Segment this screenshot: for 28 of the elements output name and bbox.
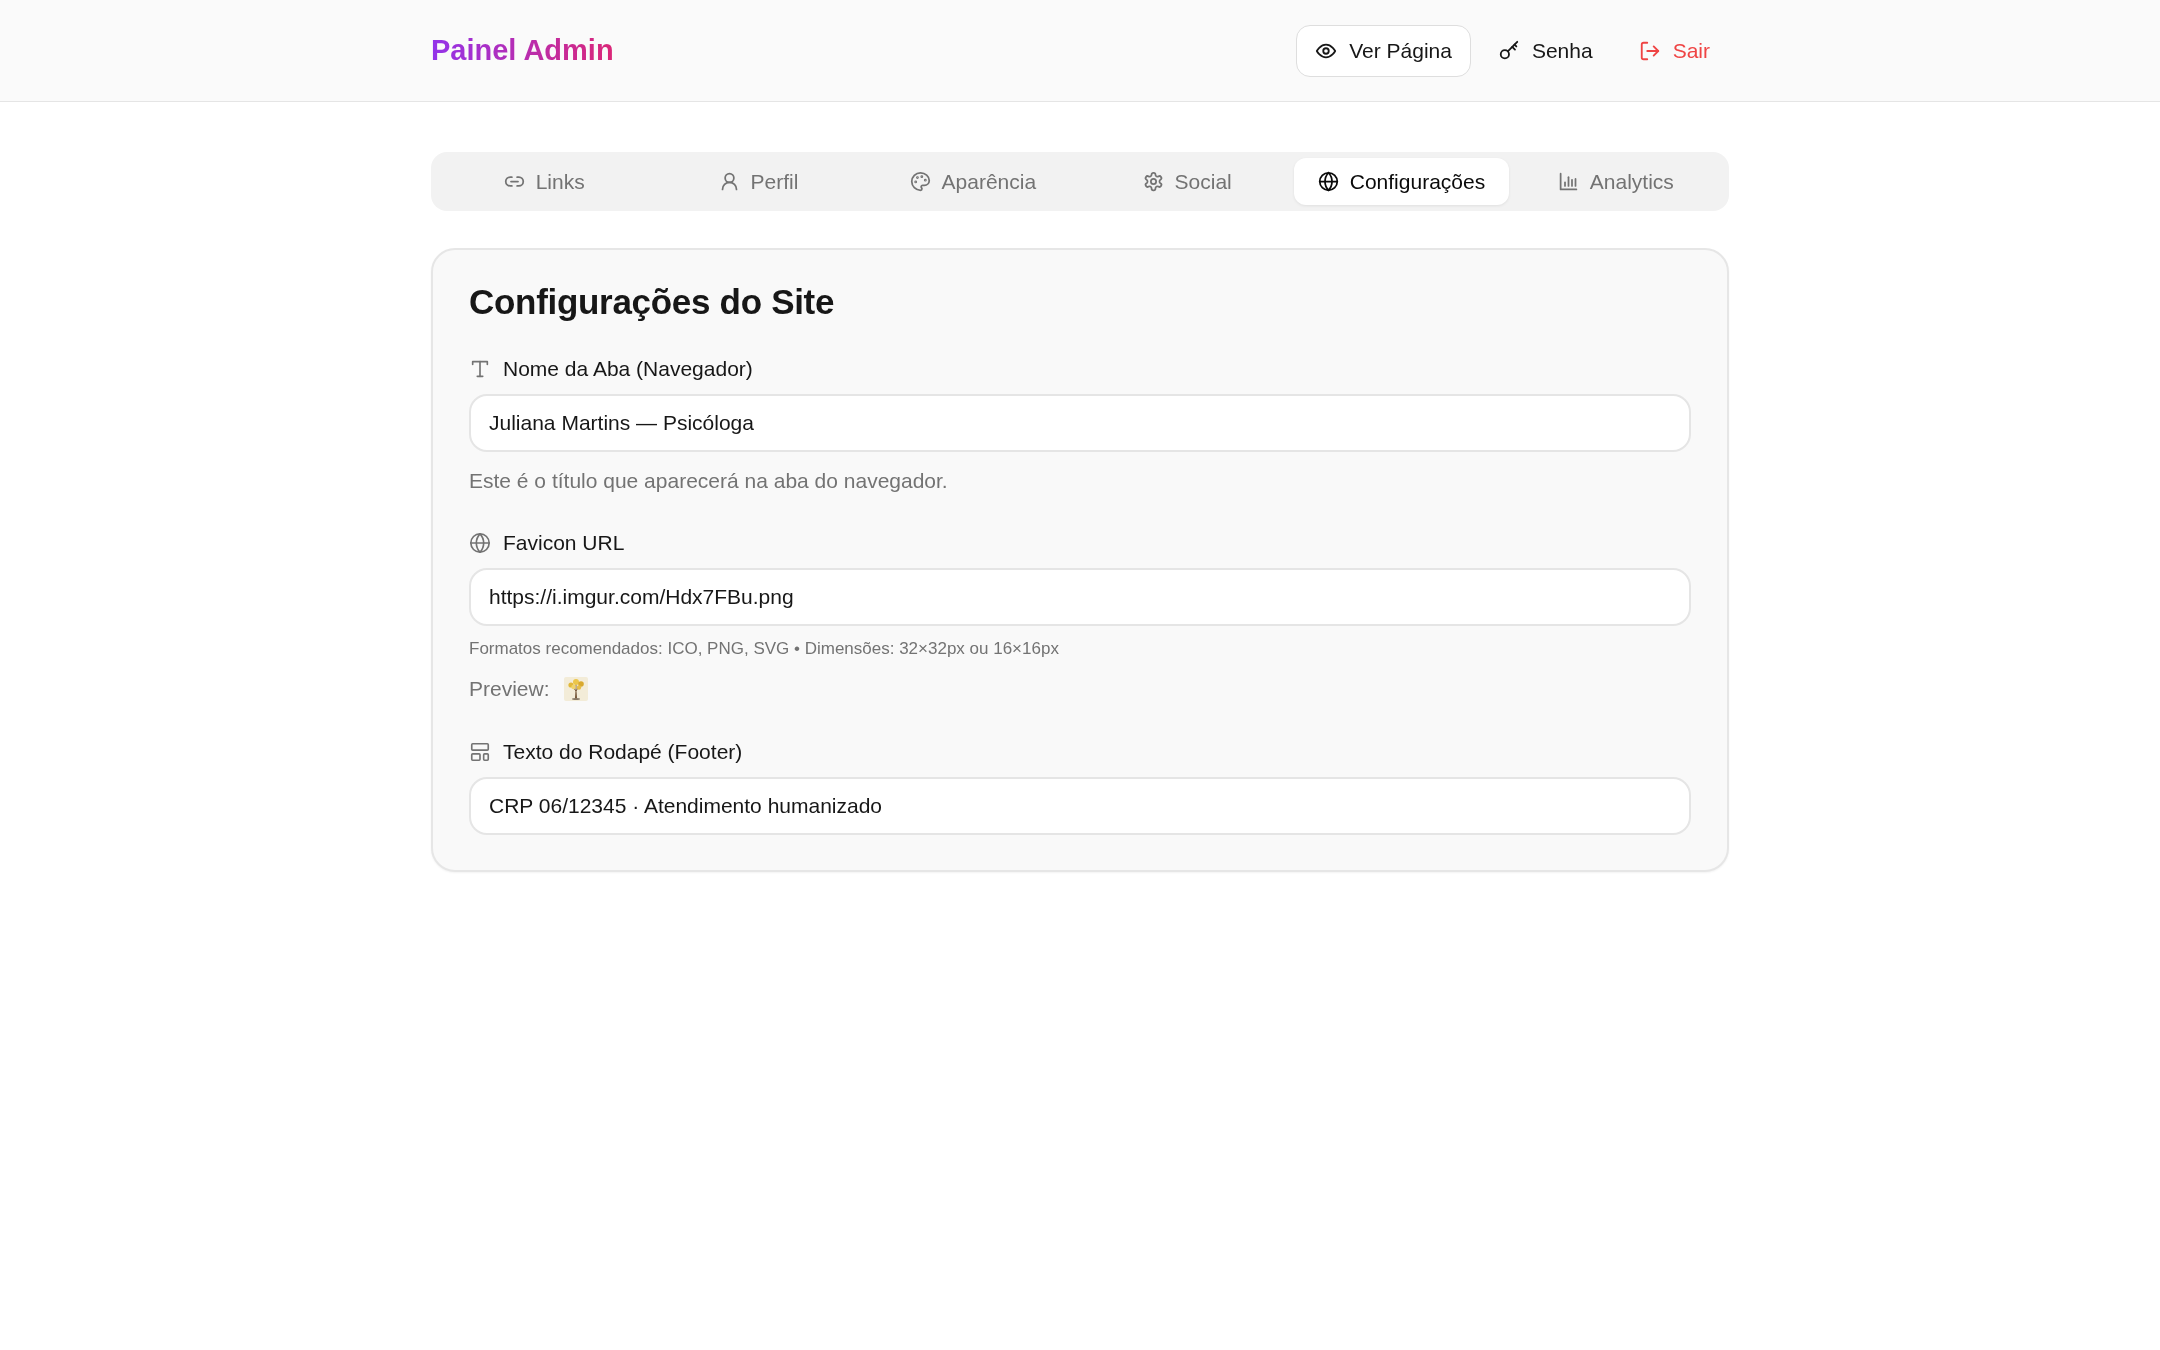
preview-label: Preview: [469, 676, 550, 702]
tree-icon [563, 676, 588, 701]
globe-icon [469, 531, 491, 554]
view-page-button[interactable]: Ver Página [1296, 24, 1471, 77]
tab[interactable]: Configurações [1294, 158, 1509, 205]
logout-icon [1638, 39, 1661, 62]
palette-icon [909, 171, 931, 192]
text-input[interactable]: https://i.imgur.com/Hdx7FBu.png [469, 567, 1691, 626]
bar-chart-icon [1557, 171, 1579, 192]
tab[interactable]: Links [437, 158, 652, 205]
field-label: Nome da Aba (Navegador) [503, 355, 753, 382]
field-label: Texto do Rodapé (Footer) [503, 738, 743, 765]
tab[interactable]: Aparência [865, 158, 1080, 205]
tab[interactable]: Perfil [651, 158, 866, 205]
key-icon [1497, 39, 1520, 62]
globe-icon [1317, 171, 1339, 192]
tab[interactable]: Social [1080, 158, 1295, 205]
text-input[interactable]: Juliana Martins — Psicóloga [469, 393, 1691, 452]
text-input[interactable]: CRP 06/12345 · Atendimento humanizado [469, 776, 1691, 835]
layout-icon [469, 740, 491, 763]
settings-icon [1142, 171, 1164, 192]
tab[interactable]: Analytics [1508, 158, 1723, 205]
password-button[interactable]: Senha [1478, 24, 1612, 77]
card-title: Configurações do Site [469, 281, 836, 323]
logout-button[interactable]: Sair [1619, 24, 1729, 77]
field-label: Favicon URL [503, 529, 625, 556]
hint-text: Formatos recomendados: ICO, PNG, SVG • Dimensões: 32×32px ou 16×16px [469, 637, 1060, 660]
help-text: Este é o título que aparecerá na aba do navegador. [469, 467, 949, 494]
